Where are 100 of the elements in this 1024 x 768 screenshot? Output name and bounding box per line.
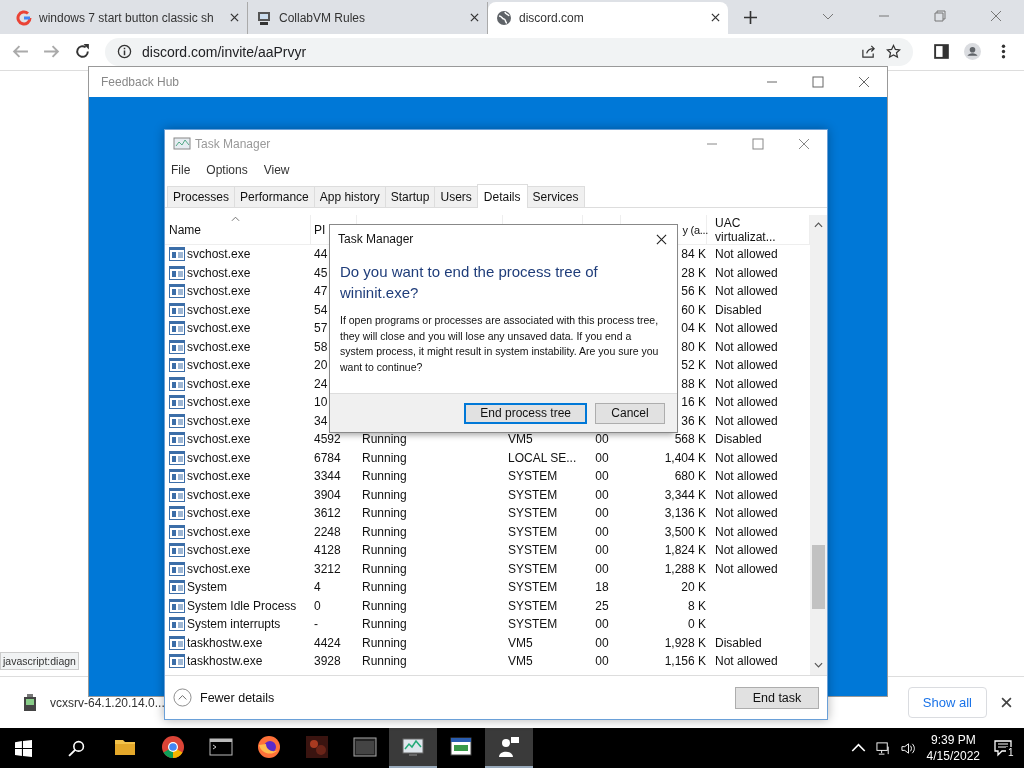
console-icon [209, 735, 233, 759]
share-icon[interactable] [861, 44, 876, 60]
table-cell: svchost.exe [187, 284, 251, 299]
table-cell: 3344 [314, 469, 341, 484]
table-cell: SYSTEM [508, 543, 558, 558]
table-cell: svchost.exe [187, 339, 251, 354]
close-icon[interactable] [470, 13, 479, 23]
menu-item[interactable]: Options [206, 163, 248, 177]
network-icon[interactable] [875, 740, 891, 756]
table-cell: svchost.exe [187, 506, 251, 521]
table-cell: svchost.exe [187, 265, 251, 280]
table-cell: taskhostw.exe [187, 654, 263, 669]
taskbar-app[interactable] [389, 728, 437, 768]
tab[interactable]: Processes [167, 186, 236, 207]
people-icon [497, 735, 521, 759]
table-cell: Not allowed [715, 265, 778, 280]
tab[interactable]: Users [434, 186, 478, 207]
process-icon [169, 487, 185, 502]
table-cell: SYSTEM [508, 617, 558, 632]
table-cell: System [187, 580, 227, 595]
scroll-up-icon[interactable] [814, 222, 823, 228]
table-cell: 1,288 K [664, 561, 706, 576]
column-header[interactable]: UAC virtualizat... [715, 215, 804, 244]
dialog-button[interactable]: Cancel [595, 402, 665, 424]
address-field[interactable]: discord.com/invite/aaPrvyr [105, 37, 913, 66]
process-icon [169, 561, 185, 576]
table-cell: svchost.exe [187, 450, 251, 465]
table-cell: Not allowed [715, 395, 778, 410]
table-cell: 4 [314, 580, 321, 595]
table-cell: Not allowed [715, 524, 778, 539]
process-icon [169, 543, 185, 558]
browser-tab[interactable]: windows 7 start button classic sh [8, 1, 248, 34]
close-icon[interactable] [711, 13, 720, 23]
table-cell: 54 [314, 302, 328, 317]
table-cell: 3904 [314, 487, 341, 502]
table-cell: Running [362, 487, 407, 502]
table-cell: 4128 [314, 543, 341, 558]
show-all-button[interactable]: Show all [907, 687, 987, 719]
close-icon[interactable] [656, 233, 667, 245]
process-icon [169, 524, 185, 539]
browser-tab[interactable]: discord.com [488, 1, 728, 34]
table-cell: 00 [595, 487, 609, 502]
dialog-message: If open programs or processes are associated with this process tree, they will close and you will lose any unsaved data. If you end a system process, it might result in system instability. Are you sure you want to continue? [339, 313, 660, 375]
new-tab-icon[interactable] [744, 10, 757, 24]
table-cell: Not allowed [715, 469, 778, 484]
start-icon[interactable] [15, 739, 32, 757]
column-header[interactable]: PI [314, 222, 326, 237]
close-icon[interactable] [230, 13, 239, 23]
table-cell: Not allowed [715, 487, 778, 502]
table-cell: 00 [595, 450, 609, 465]
table-cell: 36 K [681, 413, 706, 428]
table-cell: SYSTEM [508, 487, 558, 502]
table-cell: Running [362, 524, 407, 539]
firefox-icon [257, 735, 281, 759]
table-cell: SYSTEM [508, 506, 558, 521]
profile-icon[interactable] [964, 43, 981, 61]
volume-icon[interactable] [900, 740, 916, 756]
search-icon[interactable] [68, 739, 85, 757]
table-cell: Not allowed [715, 413, 778, 428]
end-task-button[interactable]: End task [735, 686, 819, 709]
tab[interactable]: Services [526, 186, 585, 207]
tab[interactable]: Performance [234, 186, 315, 207]
table-cell: 2248 [314, 524, 341, 539]
reload-icon[interactable] [74, 43, 91, 61]
fewer-details-link[interactable]: Fewer details [173, 688, 275, 707]
side-panel-icon[interactable] [933, 43, 950, 61]
table-cell: Not allowed [715, 561, 778, 576]
download-item[interactable]: vcxsrv-64.1.20.14.0... [50, 695, 165, 710]
scrollbar-thumb[interactable] [812, 545, 825, 609]
table-cell: 57 [314, 321, 328, 336]
menu-item[interactable]: View [263, 163, 290, 177]
table-cell: 4424 [314, 635, 341, 650]
table-cell: svchost.exe [187, 376, 251, 391]
table-cell: 00 [595, 432, 609, 447]
dialog-button[interactable]: End process tree [464, 402, 587, 424]
table-cell: SYSTEM [508, 561, 558, 576]
table-cell: Not allowed [715, 376, 778, 391]
table-cell: 00 [595, 506, 609, 521]
star-icon[interactable] [886, 44, 901, 60]
table-cell: 0 K [688, 617, 706, 632]
notification-icon[interactable] [994, 739, 1012, 757]
menu-item[interactable]: File [171, 163, 191, 177]
taskbar-app[interactable] [485, 728, 533, 768]
table-cell: svchost.exe [187, 321, 251, 336]
tab[interactable]: App history [313, 186, 386, 207]
dialog-title: Task Manager [338, 232, 414, 246]
notification-count: 1 [1006, 747, 1016, 758]
tab[interactable]: Startup [384, 186, 436, 207]
column-header[interactable]: y (a... [682, 223, 708, 236]
tab[interactable]: Details [476, 184, 528, 208]
table-cell: Running [362, 598, 407, 613]
table-cell: SYSTEM [508, 524, 558, 539]
clock[interactable]: 9:39 PM 4/15/2022 [926, 732, 980, 764]
table-cell: svchost.exe [187, 487, 251, 502]
scroll-down-icon[interactable] [814, 662, 823, 668]
table-cell: System Idle Process [187, 598, 297, 613]
maximize-icon[interactable] [812, 76, 824, 88]
column-header[interactable]: Name [169, 222, 201, 237]
close-icon[interactable] [1001, 697, 1012, 709]
table-cell: 3,136 K [664, 506, 706, 521]
